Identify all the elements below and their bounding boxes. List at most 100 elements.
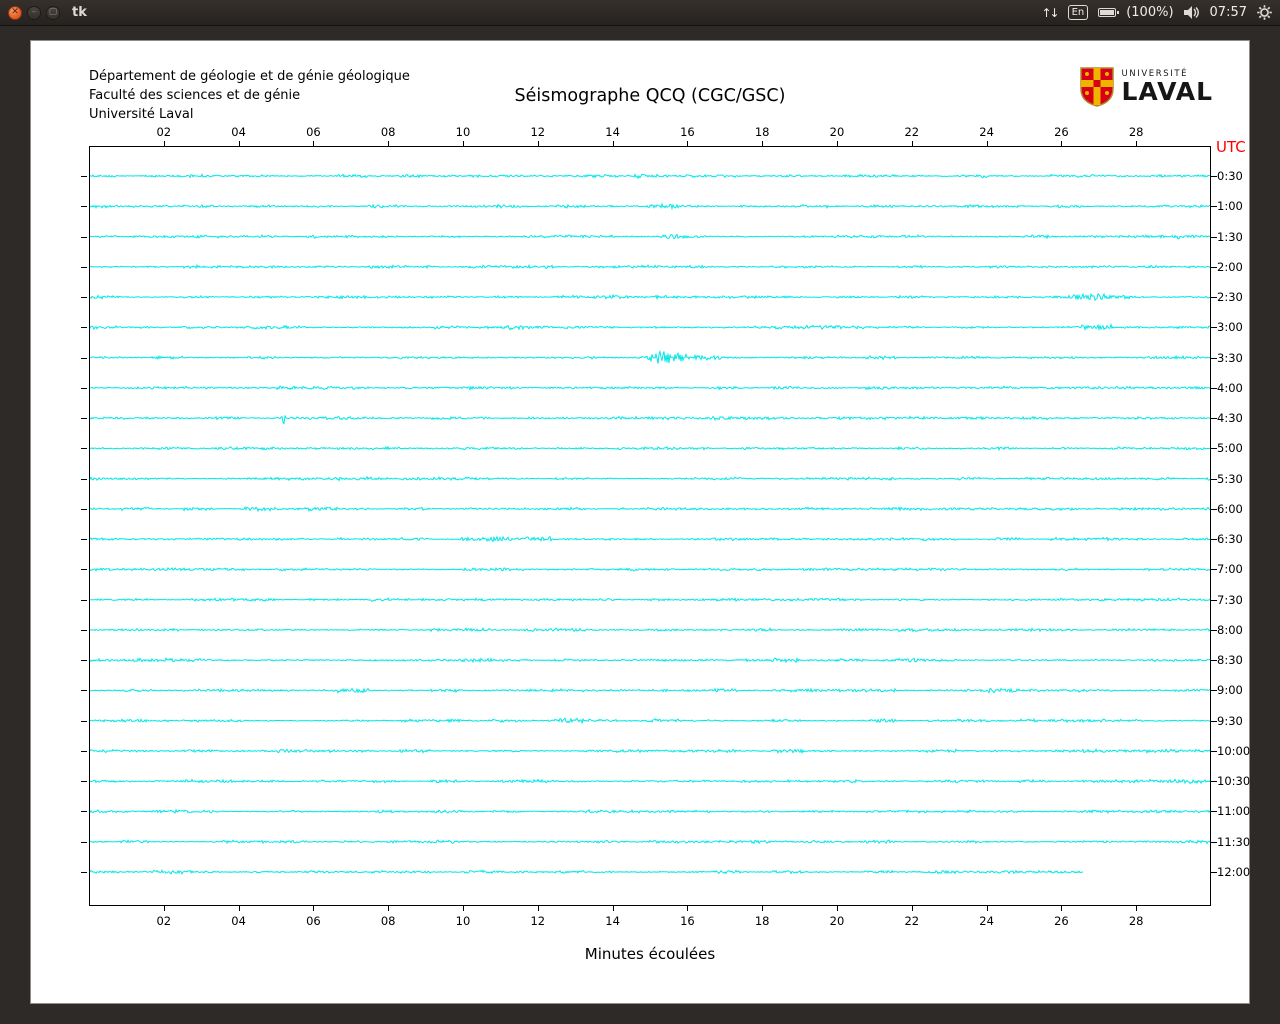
row-tick-right (1211, 842, 1217, 843)
x-tick-label-bottom: 04 (224, 914, 254, 928)
x-tick-mark-top (837, 141, 838, 146)
x-tick-mark-bottom (463, 906, 464, 911)
x-tick-mark-top (762, 141, 763, 146)
row-tick-right (1211, 206, 1217, 207)
x-tick-mark-top (987, 141, 988, 146)
x-tick-label-top: 26 (1046, 125, 1076, 139)
x-tick-mark-bottom (687, 906, 688, 911)
row-tick-right (1211, 418, 1217, 419)
utc-row-label: 3:00 (1217, 320, 1263, 334)
row-tick-right (1211, 539, 1217, 540)
volume-icon[interactable] (1184, 6, 1200, 19)
window-close-button[interactable]: ✕ (8, 6, 22, 20)
utc-row-label: 8:00 (1217, 623, 1263, 637)
row-tick-right (1211, 479, 1217, 480)
row-tick-left (81, 539, 87, 540)
clock[interactable]: 07:57 (1210, 5, 1247, 20)
x-tick-label-top: 20 (822, 125, 852, 139)
x-tick-label-top: 02 (149, 125, 179, 139)
x-tick-label-top: 28 (1121, 125, 1151, 139)
seismogram-trace-row (90, 507, 1210, 511)
row-tick-right (1211, 448, 1217, 449)
seismogram-trace-row (90, 477, 1210, 481)
row-tick-right (1211, 176, 1217, 177)
utc-row-label: 6:00 (1217, 502, 1263, 516)
seismogram-trace-row (90, 204, 1210, 209)
row-tick-left (81, 811, 87, 812)
x-tick-label-bottom: 06 (298, 914, 328, 928)
window-minimize-button[interactable]: – (27, 6, 41, 20)
utc-row-label: 11:30 (1217, 835, 1263, 849)
x-tick-label-bottom: 02 (149, 914, 179, 928)
institution-line-3: Université Laval (89, 105, 410, 124)
x-tick-mark-bottom (1136, 906, 1137, 911)
utc-row-label: 3:30 (1217, 351, 1263, 365)
window-maximize-button[interactable]: ▢ (46, 6, 60, 20)
x-tick-mark-bottom (613, 906, 614, 911)
row-tick-left (81, 327, 87, 328)
row-tick-left (81, 448, 87, 449)
row-tick-right (1211, 237, 1217, 238)
x-tick-mark-bottom (388, 906, 389, 911)
seismogram-trace-row (90, 598, 1210, 601)
row-tick-left (81, 237, 87, 238)
row-tick-right (1211, 660, 1217, 661)
window-title: tk (72, 5, 87, 20)
network-arrows-icon[interactable]: ↑↓ (1041, 6, 1057, 20)
row-tick-right (1211, 509, 1217, 510)
page-title: Séismographe QCQ (CGC/GSC) (89, 86, 1211, 106)
row-tick-left (81, 690, 87, 691)
utc-row-label: 9:00 (1217, 683, 1263, 697)
x-tick-label-bottom: 14 (598, 914, 628, 928)
utc-row-label: 5:30 (1217, 472, 1263, 486)
row-tick-left (81, 842, 87, 843)
row-tick-left (81, 297, 87, 298)
seismogram-trace-row (90, 415, 1210, 423)
x-tick-mark-bottom (762, 906, 763, 911)
keyboard-layout-indicator[interactable]: En (1068, 5, 1089, 20)
institution-line-1: Département de géologie et de génie géol… (89, 67, 410, 86)
battery-percent-label: (100%) (1126, 5, 1173, 20)
x-tick-label-top: 18 (747, 125, 777, 139)
row-tick-left (81, 660, 87, 661)
x-tick-mark-top (463, 141, 464, 146)
seismogram-trace-row (90, 294, 1210, 300)
row-tick-right (1211, 721, 1217, 722)
row-tick-right (1211, 811, 1217, 812)
row-tick-left (81, 479, 87, 480)
seismogram-trace-row (90, 779, 1210, 783)
seismogram-trace-row (90, 447, 1210, 450)
x-axis-title: Minutes écoulées (89, 945, 1211, 963)
battery-icon[interactable] (1098, 8, 1116, 17)
gear-icon[interactable] (1257, 5, 1272, 20)
seismogram-trace-row (90, 718, 1210, 723)
utc-row-label: 12:00 (1217, 865, 1263, 879)
row-tick-left (81, 781, 87, 782)
seismogram-trace-row (90, 174, 1210, 178)
utc-row-label: 2:30 (1217, 290, 1263, 304)
utc-row-label: 7:00 (1217, 562, 1263, 576)
x-tick-mark-top (912, 141, 913, 146)
utc-row-label: 1:30 (1217, 230, 1263, 244)
x-tick-label-bottom: 24 (972, 914, 1002, 928)
x-tick-mark-bottom (239, 906, 240, 911)
seismogram-trace-row (90, 689, 1210, 693)
row-tick-right (1211, 267, 1217, 268)
utc-row-label: 11:00 (1217, 804, 1263, 818)
indicator-area: ↑↓ En (100%) 07:57 (1041, 5, 1272, 20)
x-tick-label-top: 24 (972, 125, 1002, 139)
row-tick-right (1211, 751, 1217, 752)
seismogram-trace-row (90, 568, 1210, 571)
top-panel: ✕ – ▢ tk ↑↓ En (100%) 07:57 (0, 0, 1280, 26)
x-tick-label-bottom: 08 (373, 914, 403, 928)
utc-row-label: 0:30 (1217, 169, 1263, 183)
row-tick-left (81, 176, 87, 177)
row-tick-left (81, 388, 87, 389)
row-tick-left (81, 509, 87, 510)
laval-shield-icon (1080, 67, 1114, 107)
x-tick-mark-top (1136, 141, 1137, 146)
laval-wordmark: UNIVERSITÉ LAVAL (1121, 70, 1213, 105)
utc-label: UTC (1216, 138, 1246, 156)
utc-row-label: 4:00 (1217, 381, 1263, 395)
x-tick-label-bottom: 20 (822, 914, 852, 928)
